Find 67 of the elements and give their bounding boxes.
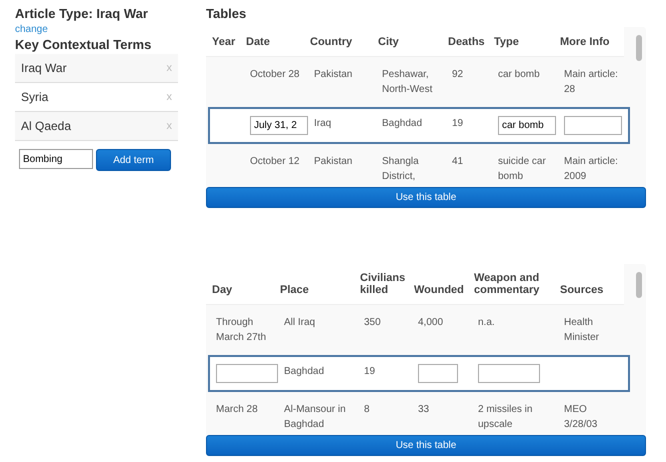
table-cell-text: Through March 27th [216,316,268,345]
table-cell-text: 8 [364,403,371,417]
column-header: Sources [560,284,604,296]
table-cell-text: Health Minister [564,316,600,345]
table-cell-text: All Iraq [284,316,316,330]
column-header: City [378,36,400,48]
table-row[interactable]: Through March 27th All Iraq 350 4,000 n.a. Health Minister [208,305,630,355]
table-cell-text: MEO 3/28/03 [564,403,598,432]
table-cell-text: Peshawar, North-West [382,68,434,97]
scrollbar-thumb[interactable] [636,272,642,298]
change-link[interactable]: change [15,24,178,35]
column-header: Wounded [414,284,465,296]
table-row[interactable]: Baghdad 19 [208,355,630,392]
table-cell-text: 41 [452,155,464,169]
term-label: Al Qaeda [21,119,72,133]
column-header: Date [246,36,271,48]
article-type-heading: Article Type: Iraq War [15,6,149,21]
term-label: Syria [21,90,48,104]
cell-input[interactable] [478,364,540,383]
table-cell-text: 4,000 [418,316,444,330]
table-row[interactable]: October 28 Pakistan Peshawar, North-West 92 car bomb Main article: 28 [208,57,630,107]
table-cell-text: October 28 [250,68,300,82]
table-cell-text: suicide car bomb [498,155,547,184]
column-header: More Info [560,36,610,48]
table-cell-text: 350 [364,316,382,330]
table-cell-text: Main article: 2009 [564,155,619,184]
table-row[interactable]: October 12 Pakistan Shangla District, 41 suicide car bomb Main article: 2009 [208,144,630,187]
add-term-button[interactable]: Add term [96,149,171,171]
table-cell-text: Shangla District, [382,155,420,184]
table-cell-text: 19 [364,365,376,379]
column-header: Country [310,36,354,48]
table-cell-text: Baghdad [284,365,326,379]
cell-input[interactable] [564,116,622,135]
table-row[interactable]: March 28 Al-Mansour in Baghdad 8 33 2 missiles in upscale MEO 3/28/03 [208,392,630,435]
cell-input[interactable]: car bomb [498,116,556,135]
column-header: Type [494,36,520,48]
cell-input[interactable]: July 31, 2 [250,116,308,135]
table-cell-text: October 12 [250,155,300,169]
table-cell-text: Iraq [314,117,332,131]
table-cell-text: 2 missiles in upscale [478,403,534,432]
table-cell-text: March 28 [216,403,259,417]
table-cell-text: Pakistan [314,155,354,169]
column-header: Civilians killed [360,272,406,296]
use-table-button[interactable]: Use this table [206,187,646,208]
table-cell-text: 92 [452,68,464,82]
column-header: Place [280,284,310,296]
table-cell-text: Pakistan [314,68,354,82]
table-cell-text: 19 [452,117,464,131]
column-header: Day [212,284,234,296]
table-cell-text: Baghdad [382,117,424,131]
scrollbar-thumb[interactable] [636,35,642,61]
table-cell-text: 33 [418,403,430,417]
cell-input[interactable] [418,364,458,383]
use-table-button[interactable]: Use this table [206,435,646,456]
table-cell-text: Main article: 28 [564,68,619,97]
cell-input[interactable] [216,364,278,383]
table-row[interactable]: July 31, 2 Iraq Baghdad 19 car bomb [208,107,630,144]
column-header: Deaths [448,36,486,48]
table-cell-text: Al-Mansour in Baghdad [284,403,347,432]
term-label: Iraq War [21,61,67,75]
table-cell-text: car bomb [498,68,541,82]
column-header: Year [212,36,236,48]
terms-heading: Key Contextual Terms [15,37,152,52]
term-input[interactable]: Bombing [19,149,93,169]
column-header: Weapon and commentary [474,272,540,296]
table-cell-text: n.a. [478,316,496,330]
tables-heading: Tables [206,6,248,21]
